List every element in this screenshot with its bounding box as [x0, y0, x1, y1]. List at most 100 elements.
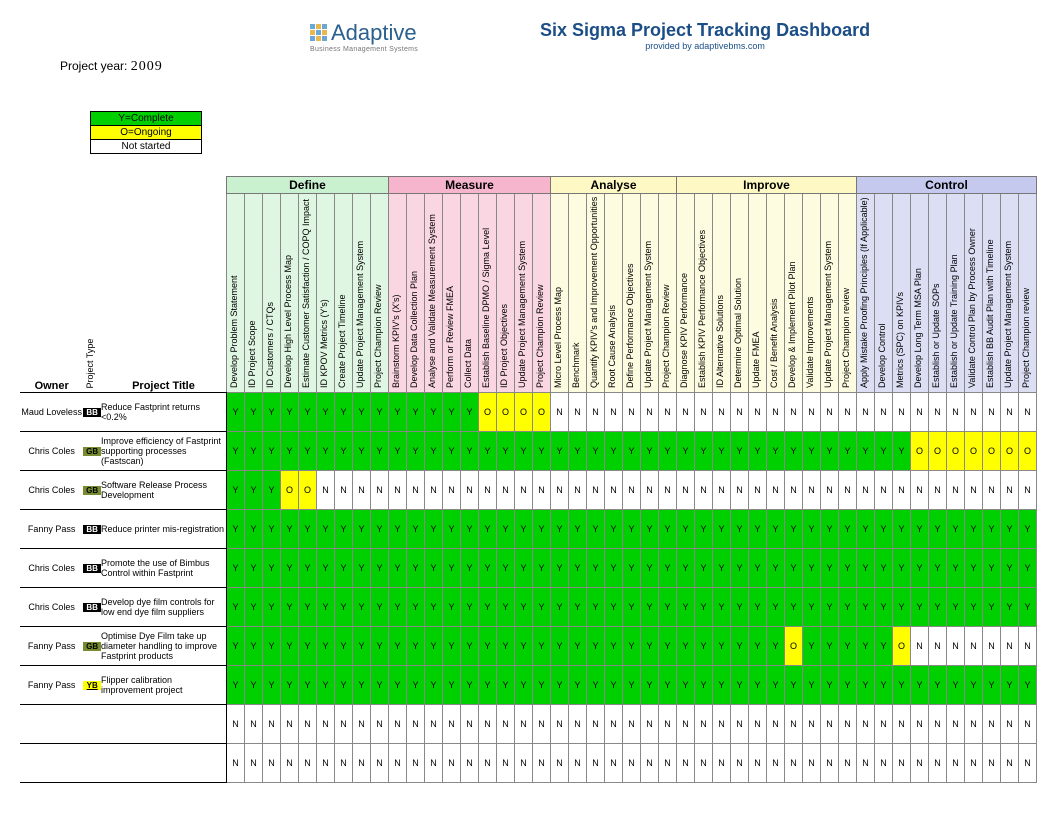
col-header: Project Champion review: [838, 194, 856, 393]
logo-block: Adaptive Business Management Systems: [310, 20, 480, 53]
phase-header-define: Define: [226, 177, 388, 194]
status-cell: N: [748, 744, 766, 783]
status-cell: N: [640, 744, 658, 783]
status-cell: N: [982, 744, 1000, 783]
status-cell: N: [802, 393, 820, 432]
status-cell: N: [604, 744, 622, 783]
status-cell: Y: [640, 432, 658, 471]
status-cell: N: [982, 705, 1000, 744]
tracking-table: DefineMeasureAnalyseImproveControlOwnerP…: [20, 176, 1037, 783]
status-cell: N: [766, 393, 784, 432]
status-cell: N: [316, 471, 334, 510]
status-cell: Y: [550, 588, 568, 627]
status-cell: N: [712, 471, 730, 510]
status-cell: N: [262, 744, 280, 783]
status-cell: N: [460, 744, 478, 783]
status-cell: N: [280, 744, 298, 783]
col-header: Validate Improvements: [802, 194, 820, 393]
status-cell: Y: [298, 588, 316, 627]
status-cell: N: [766, 705, 784, 744]
status-cell: Y: [586, 588, 604, 627]
status-cell: Y: [496, 432, 514, 471]
top-bar: Adaptive Business Management Systems Six…: [20, 20, 1037, 53]
status-cell: Y: [262, 393, 280, 432]
owner-cell: Chris Coles: [20, 549, 83, 588]
status-cell: N: [730, 705, 748, 744]
status-cell: N: [622, 393, 640, 432]
status-cell: N: [910, 471, 928, 510]
status-cell: Y: [838, 510, 856, 549]
dashboard-page: Adaptive Business Management Systems Six…: [20, 20, 1037, 783]
status-cell: Y: [676, 627, 694, 666]
status-cell: Y: [982, 588, 1000, 627]
status-cell: N: [640, 471, 658, 510]
status-cell: Y: [622, 432, 640, 471]
phase-header-improve: Improve: [676, 177, 856, 194]
status-cell: N: [892, 744, 910, 783]
status-cell: N: [730, 744, 748, 783]
status-cell: N: [568, 744, 586, 783]
status-cell: Y: [622, 510, 640, 549]
status-cell: Y: [604, 666, 622, 705]
owner-cell: Chris Coles: [20, 471, 83, 510]
status-cell: N: [640, 705, 658, 744]
status-cell: O: [514, 393, 532, 432]
status-cell: Y: [604, 627, 622, 666]
status-cell: N: [856, 393, 874, 432]
project-type-cell: [83, 705, 101, 744]
col-header: Root Cause Analysis: [604, 194, 622, 393]
status-cell: O: [928, 432, 946, 471]
status-cell: Y: [460, 666, 478, 705]
status-cell: N: [946, 627, 964, 666]
status-cell: Y: [874, 666, 892, 705]
status-cell: N: [964, 471, 982, 510]
header-project-type: Project Type: [83, 194, 101, 393]
status-cell: Y: [910, 588, 928, 627]
status-cell: Y: [1018, 510, 1036, 549]
status-cell: N: [622, 471, 640, 510]
legend-complete: Y=Complete: [91, 112, 201, 126]
status-cell: Y: [694, 432, 712, 471]
col-header: Update Project Management System: [820, 194, 838, 393]
status-cell: N: [784, 393, 802, 432]
status-cell: Y: [568, 666, 586, 705]
status-cell: N: [1000, 471, 1018, 510]
status-cell: Y: [802, 588, 820, 627]
col-header: Brainstorm KPIV's (X's): [388, 194, 406, 393]
status-cell: Y: [874, 588, 892, 627]
status-cell: N: [802, 705, 820, 744]
col-header: Establish or Update SOPs: [928, 194, 946, 393]
status-cell: Y: [748, 510, 766, 549]
status-cell: Y: [478, 549, 496, 588]
status-cell: Y: [604, 588, 622, 627]
col-header: Create Project Timeline: [334, 194, 352, 393]
status-cell: Y: [820, 627, 838, 666]
status-cell: N: [424, 744, 442, 783]
status-cell: Y: [496, 588, 514, 627]
col-header: ID Customers / CTQs: [262, 194, 280, 393]
status-cell: N: [910, 705, 928, 744]
status-cell: Y: [406, 432, 424, 471]
status-cell: Y: [802, 510, 820, 549]
col-header: Update Project Management System: [640, 194, 658, 393]
phase-header-analyse: Analyse: [550, 177, 676, 194]
status-cell: Y: [280, 666, 298, 705]
status-cell: Y: [748, 666, 766, 705]
status-cell: Y: [874, 549, 892, 588]
project-type-cell: GB: [83, 432, 101, 471]
status-cell: N: [964, 393, 982, 432]
status-cell: Y: [676, 510, 694, 549]
status-cell: N: [532, 744, 550, 783]
status-cell: O: [910, 432, 928, 471]
col-header: Analyse and Validate Measurement System: [424, 194, 442, 393]
status-cell: N: [424, 471, 442, 510]
status-cell: Y: [424, 432, 442, 471]
status-cell: N: [1018, 393, 1036, 432]
status-cell: N: [964, 705, 982, 744]
page-subtitle: provided by adaptivebms.com: [540, 41, 870, 51]
status-cell: N: [964, 627, 982, 666]
status-cell: Y: [262, 588, 280, 627]
status-cell: N: [406, 705, 424, 744]
status-cell: Y: [388, 627, 406, 666]
status-cell: N: [352, 705, 370, 744]
